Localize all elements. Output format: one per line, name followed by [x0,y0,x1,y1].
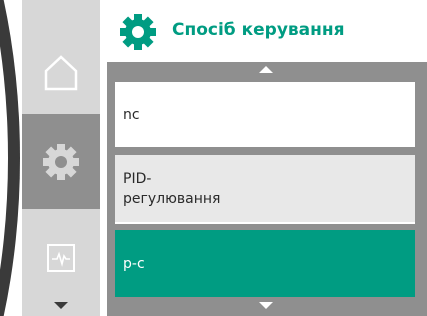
option-nc[interactable]: nc [115,82,415,147]
home-icon [44,54,78,90]
header: Спосіб керування [100,0,427,62]
options-list: nc PID- регулювання p-c [107,62,427,316]
scroll-down-icon[interactable] [259,302,273,309]
page-title: Спосіб керування [172,20,345,40]
gear-icon [43,143,79,180]
side-nav [22,0,100,316]
option-label: nc [123,106,140,123]
chevron-down-icon [54,302,68,309]
scroll-up-icon[interactable] [259,66,273,73]
nav-item-settings[interactable] [22,114,100,209]
option-label: p-c [123,255,145,272]
option-pid[interactable]: PID- регулювання [115,155,415,224]
option-label: PID- регулювання [123,170,221,207]
screen-edge [0,0,22,316]
nav-scroll-down[interactable] [22,296,100,316]
gear-icon [120,14,156,50]
nav-item-home[interactable] [22,35,100,110]
option-pc[interactable]: p-c [115,230,415,297]
diagnostics-icon [47,243,75,272]
nav-item-diagnostics[interactable] [22,225,100,290]
